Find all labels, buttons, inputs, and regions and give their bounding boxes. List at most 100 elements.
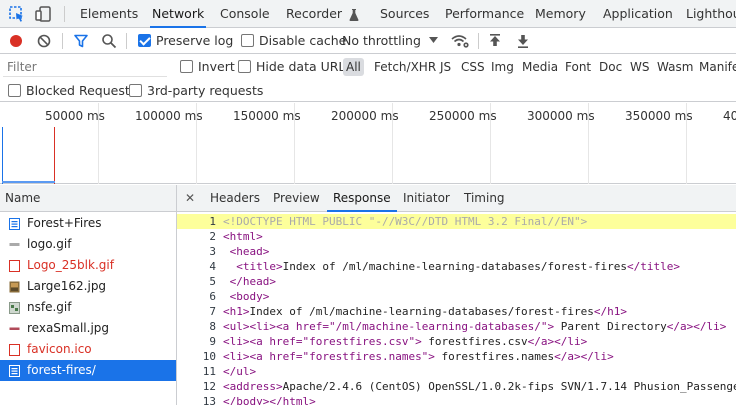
response-source[interactable]: 1 <!DOCTYPE HTML PUBLIC "-//W3C//DTD HTML…: [177, 214, 736, 405]
network-conditions-icon[interactable]: [451, 33, 469, 49]
tab-timing[interactable]: Timing: [464, 185, 505, 211]
tab-console[interactable]: Console: [220, 0, 270, 27]
request-row[interactable]: Large162.jpg: [0, 276, 176, 297]
image-icon: [9, 323, 20, 335]
preserve-log-checkbox[interactable]: [138, 34, 151, 47]
code-line: 1 <!DOCTYPE HTML PUBLIC "-//W3C//DTD HTML…: [177, 214, 736, 229]
tab-sources[interactable]: Sources: [380, 0, 429, 27]
code-line: 4 <title>Index of /ml/machine-learning-d…: [177, 259, 736, 274]
type-filter-manifest[interactable]: Manifest: [696, 58, 736, 76]
code-line: 7 <h1>Index of /ml/machine-learning-datab…: [177, 304, 736, 319]
filter-bar: Invert Hide data URLs All Fetch/XHR JS C…: [0, 54, 736, 80]
blocked-requests-checkbox[interactable]: [8, 84, 21, 97]
code-line: 5 </head>: [177, 274, 736, 289]
name-column-header[interactable]: Name: [0, 185, 176, 212]
tab-recorder[interactable]: Recorder: [286, 0, 359, 27]
type-filter-doc[interactable]: Doc: [596, 58, 625, 76]
device-toolbar-icon[interactable]: [34, 5, 52, 23]
tab-initiator[interactable]: Initiator: [403, 185, 450, 211]
close-icon[interactable]: ✕: [185, 191, 195, 205]
search-icon[interactable]: [101, 33, 117, 49]
code-text: <body>: [229, 290, 270, 303]
disable-cache-label: Disable cache: [259, 33, 347, 48]
throttling-select[interactable]: No throttling: [342, 34, 421, 48]
code-line: 8 <ul><li><a href="/ml/machine-learning-d…: [177, 319, 736, 334]
type-filter-js[interactable]: JS: [437, 58, 454, 76]
import-har-icon[interactable]: [489, 33, 501, 49]
divider: [64, 6, 65, 22]
filter-input[interactable]: [3, 57, 167, 77]
type-filter-all[interactable]: All: [343, 58, 364, 76]
request-row[interactable]: Logo_25blk.gif: [0, 255, 176, 276]
document-icon: [9, 365, 20, 377]
line-number: 10: [202, 350, 216, 363]
image-icon: [9, 239, 20, 251]
request-row[interactable]: logo.gif: [0, 234, 176, 255]
preserve-log-label: Preserve log: [156, 33, 234, 48]
request-name: Forest+Fires: [27, 216, 102, 230]
line-number: 7: [209, 305, 216, 318]
invert-label: Invert: [198, 59, 235, 74]
type-filter-fetch-xhr[interactable]: Fetch/XHR: [371, 58, 439, 76]
tab-lighthouse[interactable]: Lighthouse: [686, 0, 736, 27]
tab-performance[interactable]: Performance: [445, 0, 524, 27]
type-filter-ws[interactable]: WS: [627, 58, 652, 76]
document-icon: [9, 218, 20, 230]
timeline-tick-label: 100000 ms: [135, 109, 203, 123]
chevron-down-icon[interactable]: [429, 37, 438, 43]
code-text: </head>: [229, 275, 276, 288]
line-number: 11: [202, 365, 216, 378]
type-filter-css[interactable]: CSS: [458, 58, 488, 76]
code-line: 9 <li><a href="forestfires.csv"> forestfi…: [177, 334, 736, 349]
code-text: <title>Index of /ml/machine-learning-dat…: [236, 260, 680, 273]
invert-checkbox[interactable]: [180, 60, 193, 73]
timeline-tick-label: 200000 ms: [331, 109, 399, 123]
tab-recorder-label: Recorder: [286, 6, 343, 21]
inspect-element-icon[interactable]: [8, 5, 26, 23]
tab-elements[interactable]: Elements: [80, 0, 138, 27]
line-number: 1: [209, 215, 216, 228]
request-name: forest-fires/: [27, 363, 96, 377]
hide-data-urls-checkbox[interactable]: [238, 60, 251, 73]
tab-preview[interactable]: Preview: [273, 185, 320, 211]
code-line: 10 <li><a href="forestfires.names"> fores…: [177, 349, 736, 364]
tab-response[interactable]: Response: [327, 185, 397, 212]
network-overview[interactable]: 50000 ms 100000 ms 150000 ms 200000 ms 2…: [0, 103, 736, 184]
request-row[interactable]: Forest+Fires: [0, 213, 176, 234]
image-icon: [9, 260, 20, 272]
type-filter-wasm[interactable]: Wasm: [654, 58, 696, 76]
code-text: </body></html>: [223, 395, 316, 405]
request-row-selected[interactable]: forest-fires/: [0, 360, 176, 381]
divider: [62, 33, 63, 49]
code-text: </ul>: [223, 365, 257, 378]
third-party-label: 3rd-party requests: [147, 83, 264, 98]
record-icon[interactable]: [9, 34, 23, 48]
line-number: 9: [209, 335, 216, 348]
type-filter-img[interactable]: Img: [488, 58, 517, 76]
request-row[interactable]: nsfe.gif: [0, 297, 176, 318]
clear-icon[interactable]: [37, 34, 51, 48]
detail-tab-bar: ✕ Headers Preview Response Initiator Tim…: [177, 185, 736, 212]
line-number: 4: [209, 260, 216, 273]
code-line: 11 </ul>: [177, 364, 736, 379]
type-filter-font[interactable]: Font: [562, 58, 594, 76]
timeline-tick-label: 150000 ms: [233, 109, 301, 123]
export-har-icon[interactable]: [517, 33, 529, 49]
request-filter-row: Blocked Requests 3rd-party requests: [0, 80, 736, 102]
filter-icon[interactable]: [73, 33, 89, 49]
tab-memory[interactable]: Memory: [535, 0, 586, 27]
third-party-checkbox[interactable]: [129, 84, 142, 97]
request-row[interactable]: rexaSmall.jpg: [0, 318, 176, 339]
disable-cache-checkbox[interactable]: [241, 34, 254, 47]
code-text: <html>: [223, 230, 263, 243]
tab-network[interactable]: Network: [149, 0, 207, 28]
type-filter-media[interactable]: Media: [519, 58, 561, 76]
hide-data-urls-label: Hide data URLs: [256, 59, 352, 74]
tab-headers[interactable]: Headers: [210, 185, 260, 211]
timeline-tick-label: 40: [723, 109, 736, 123]
divider: [126, 33, 127, 49]
divider: [478, 33, 479, 49]
image-icon: [9, 281, 20, 293]
request-row[interactable]: favicon.ico: [0, 339, 176, 360]
tab-application[interactable]: Application: [603, 0, 673, 27]
